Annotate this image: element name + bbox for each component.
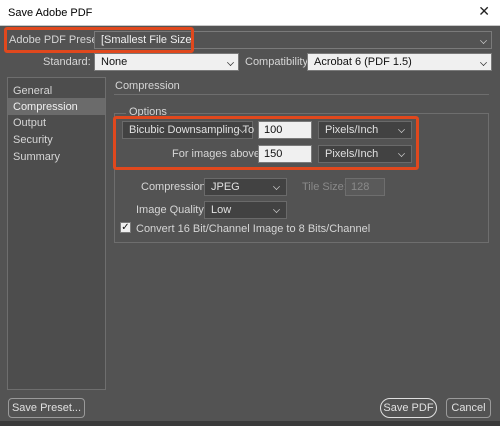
images-above-label: For images above: [172, 148, 264, 160]
preset-value: [Smallest File Size] [101, 34, 195, 46]
compatibility-label: Compatibility: [245, 56, 312, 68]
downsample-unit-value: Pixels/Inch [325, 124, 379, 136]
compression-select[interactable]: JPEG [204, 178, 287, 196]
settings-sidebar: General Compression Output Security Summ… [7, 77, 106, 390]
compatibility-select[interactable]: Acrobat 6 (PDF 1.5) [307, 53, 492, 71]
sidebar-item-output[interactable]: Output [8, 114, 105, 131]
chevron-down-icon [480, 37, 487, 44]
standard-value: None [101, 56, 128, 68]
image-quality-value: Low [211, 204, 232, 216]
checkmark-icon: ✓ [121, 222, 130, 233]
compression-label: Compression: [141, 181, 209, 193]
chevron-down-icon [398, 150, 405, 157]
cancel-button[interactable]: Cancel [446, 398, 491, 418]
chevron-down-icon [480, 59, 487, 66]
image-quality-label: Image Quality: [136, 204, 207, 216]
downsampling-method-select[interactable]: Bicubic Downsampling To [122, 121, 255, 139]
chevron-down-icon [227, 59, 234, 66]
standard-select[interactable]: None [94, 53, 239, 71]
downsample-unit-select[interactable]: Pixels/Inch [318, 121, 412, 139]
convert-16bit-label: Convert 16 Bit/Channel Image to 8 Bits/C… [136, 223, 371, 235]
close-icon[interactable]: ✕ [478, 3, 490, 20]
save-pdf-button[interactable]: Save PDF [380, 398, 437, 418]
preset-label: Adobe PDF Preset: [9, 34, 104, 46]
chevron-down-icon [273, 206, 280, 213]
save-preset-button[interactable]: Save Preset... [8, 398, 85, 418]
downsample-ppi-input[interactable]: 100 [258, 121, 312, 139]
chevron-down-icon [273, 183, 280, 190]
convert-16bit-checkbox[interactable]: ✓ [120, 222, 131, 233]
compression-value: JPEG [211, 181, 240, 193]
tile-size-input: 128 [345, 178, 385, 196]
sidebar-item-security[interactable]: Security [8, 131, 105, 148]
tile-size-label: Tile Size: [302, 181, 347, 193]
image-quality-select[interactable]: Low [204, 201, 287, 219]
window-title: Save Adobe PDF [8, 7, 93, 19]
images-above-unit-value: Pixels/Inch [325, 148, 379, 160]
panel-divider [114, 94, 489, 95]
images-above-ppi-input[interactable]: 150 [258, 145, 312, 163]
standard-label: Standard: [43, 56, 91, 68]
panel-title: Compression [115, 80, 180, 92]
compatibility-value: Acrobat 6 (PDF 1.5) [314, 56, 412, 68]
downsampling-method-value: Bicubic Downsampling To [129, 124, 255, 136]
sidebar-item-compression[interactable]: Compression [8, 98, 105, 115]
images-above-unit-select[interactable]: Pixels/Inch [318, 145, 412, 163]
options-legend: Options [126, 106, 170, 118]
sidebar-item-summary[interactable]: Summary [8, 148, 105, 165]
preset-select[interactable]: [Smallest File Size] [94, 31, 492, 49]
sidebar-item-general[interactable]: General [8, 82, 105, 99]
footer-strip [0, 421, 500, 426]
chevron-down-icon [398, 126, 405, 133]
title-bar: Save Adobe PDF ✕ [0, 0, 500, 26]
